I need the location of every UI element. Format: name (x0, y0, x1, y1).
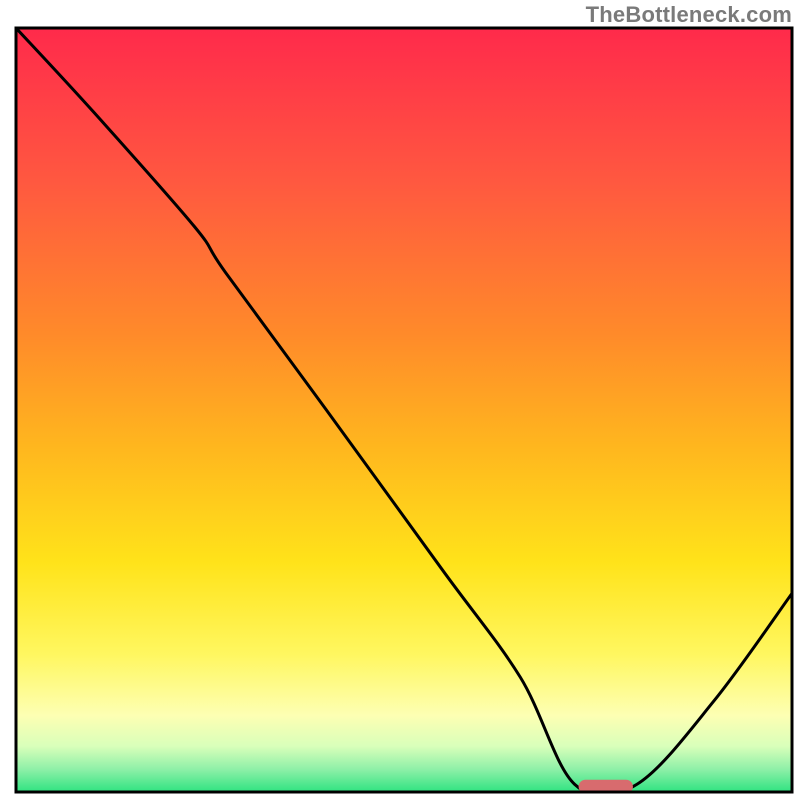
gradient-background (16, 28, 792, 792)
chart-container: TheBottleneck.com (0, 0, 800, 800)
watermark-text: TheBottleneck.com (586, 2, 792, 28)
bottleneck-chart (0, 0, 800, 800)
